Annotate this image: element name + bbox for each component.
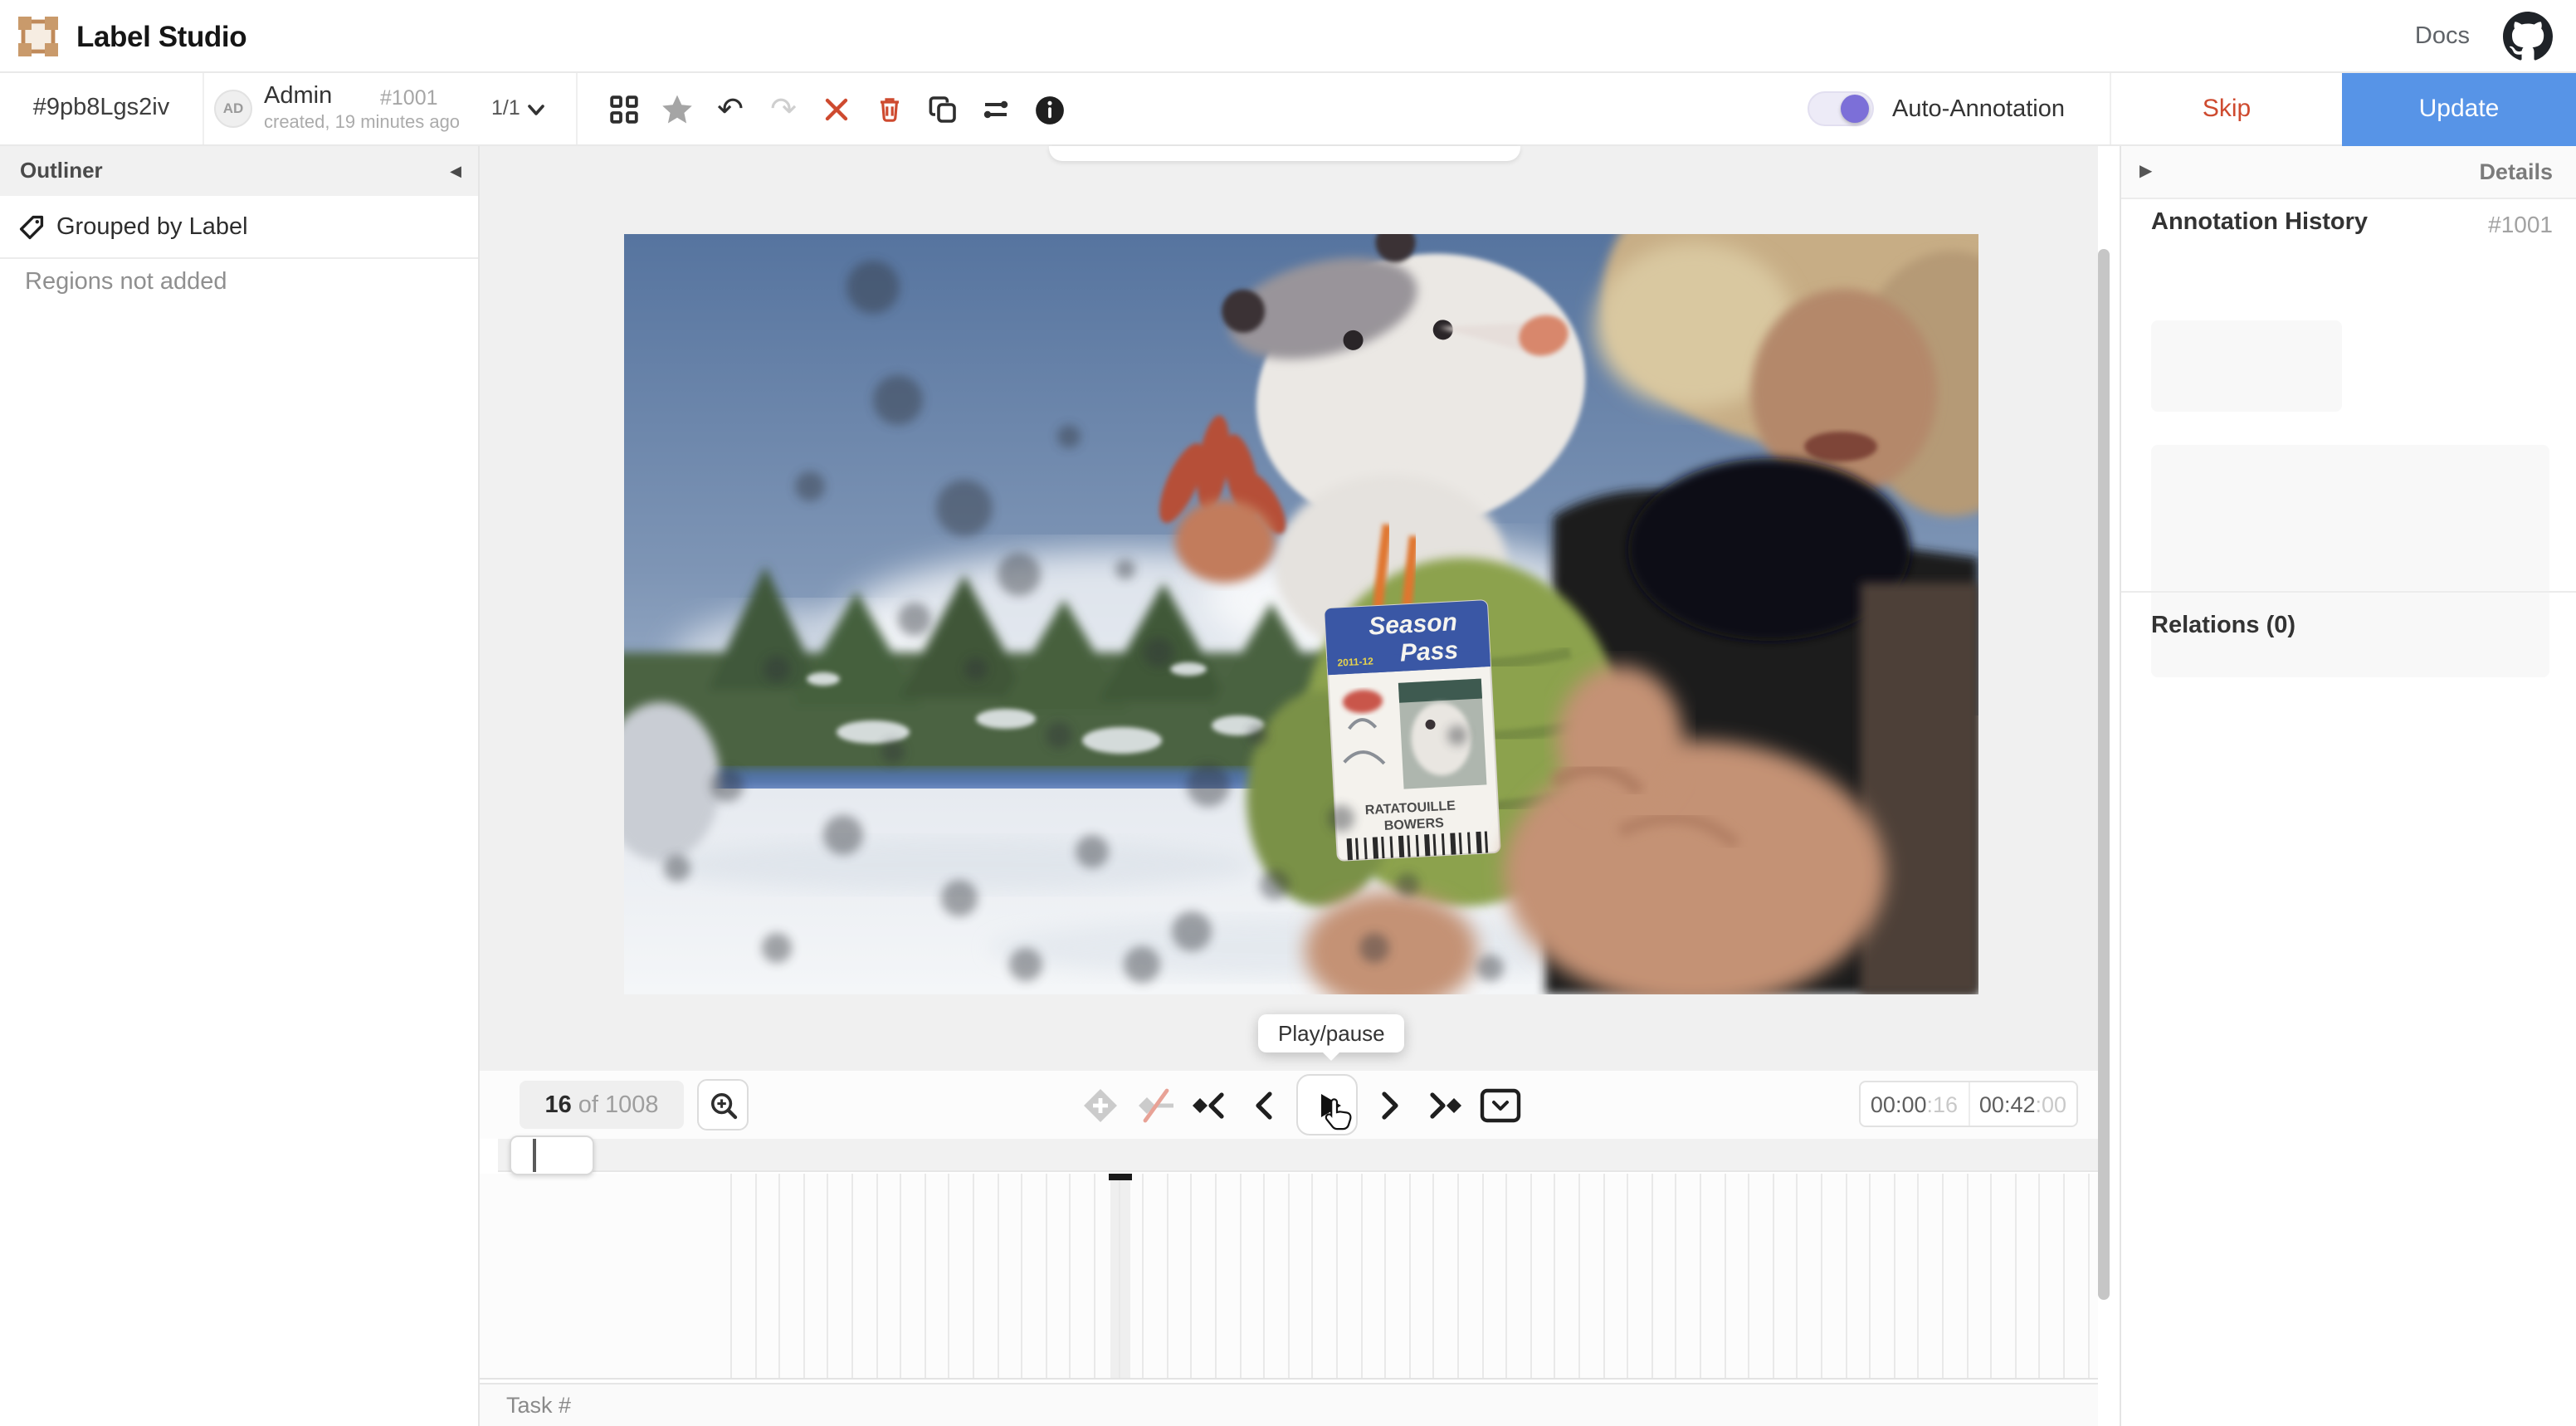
prev-frame-icon[interactable]	[1242, 1082, 1288, 1128]
settings-transfer-icon[interactable]	[973, 86, 1019, 133]
app-header: Label Studio Docs	[0, 0, 2576, 73]
auto-annotation-toggle[interactable]	[1808, 91, 1874, 126]
prev-keyframe-icon[interactable]	[1187, 1082, 1233, 1128]
seek-track[interactable]	[498, 1139, 2098, 1172]
frames-timeline[interactable]	[480, 1174, 2098, 1380]
frame-total: of 1008	[578, 1091, 659, 1118]
relations-title: Relations (0)	[2151, 613, 2295, 639]
keyframe-interpolation-icon[interactable]	[1132, 1082, 1178, 1128]
svg-text:Season: Season	[1368, 608, 1457, 641]
skip-button[interactable]: Skip	[2110, 73, 2342, 144]
duplicate-annotation-icon[interactable]	[920, 86, 966, 133]
player-controls	[1077, 1074, 1525, 1135]
current-frame-marker[interactable]	[1109, 1174, 1132, 1180]
floating-toolbar-edge	[1049, 146, 1520, 161]
toolbar-icon-group: ↶ ↷	[601, 86, 1072, 133]
seek-playhead[interactable]	[533, 1139, 536, 1172]
svg-text:Pass: Pass	[1399, 637, 1459, 667]
outliner-header: Outliner ◀	[0, 146, 478, 196]
undo-icon[interactable]: ↶	[707, 86, 754, 133]
history-placeholder	[2151, 445, 2549, 677]
annotator-name: Admin	[264, 83, 332, 110]
outliner-title: Outliner	[20, 146, 103, 196]
info-icon[interactable]	[1026, 86, 1072, 133]
next-frame-icon[interactable]	[1366, 1082, 1412, 1128]
grid-view-icon[interactable]	[601, 86, 647, 133]
collapse-timeline-button[interactable]	[1476, 1082, 1525, 1128]
reject-annotation-icon[interactable]	[813, 86, 860, 133]
annotation-created: created, 19 minutes ago	[264, 113, 460, 133]
ground-truth-star-icon[interactable]	[654, 86, 700, 133]
task-number-label: Task #	[506, 1384, 571, 1426]
group-by-label-text: Grouped by Label	[56, 196, 248, 259]
keyframe-add-icon[interactable]	[1077, 1082, 1124, 1128]
next-keyframe-icon[interactable]	[1421, 1082, 1467, 1128]
app-title: Label Studio	[76, 0, 246, 73]
annotation-history-id: #1001	[2488, 211, 2553, 237]
toggle-knob	[1841, 95, 1869, 123]
update-button[interactable]: Update	[2342, 73, 2576, 146]
details-title: Details	[2479, 146, 2553, 198]
github-icon[interactable]	[2503, 12, 2553, 61]
details-header: ▶ Details	[2121, 146, 2576, 199]
label-studio-app: Label Studio Docs #9pb8Lgs2iv AD Admin #…	[0, 0, 2576, 1426]
label-studio-logo-icon[interactable]	[17, 15, 60, 58]
annotation-pager: 1/1	[491, 73, 520, 144]
time-position: 00:00:16	[1861, 1082, 1969, 1126]
redo-icon[interactable]: ↷	[760, 86, 807, 133]
history-placeholder	[2151, 320, 2342, 412]
play-pause-tooltip: Play/pause	[1258, 1014, 1405, 1052]
docs-link[interactable]: Docs	[2415, 0, 2470, 73]
annotation-selector[interactable]: AD Admin #1001 created, 19 minutes ago 1…	[204, 73, 578, 144]
svg-text:2011-12: 2011-12	[1337, 655, 1373, 668]
details-panel: ▶ Details Annotation History #1001 Relat…	[2120, 146, 2576, 1426]
seek-viewport-handle[interactable]	[510, 1135, 594, 1175]
collapse-left-icon[interactable]: ◀	[450, 146, 461, 196]
outliner-panel: Outliner ◀ Grouped by Label Regions not …	[0, 146, 480, 1426]
auto-annotation-label: Auto-Annotation	[1892, 73, 2065, 146]
chevron-down-icon[interactable]	[526, 100, 546, 120]
vertical-scrollbar[interactable]	[2098, 249, 2110, 1300]
task-footer: Task #	[480, 1383, 2120, 1426]
play-pause-button[interactable]	[1296, 1074, 1358, 1135]
annotation-id: #1001	[380, 86, 438, 110]
avatar: AD	[214, 90, 252, 128]
tag-icon	[18, 214, 45, 241]
annotation-history-title: Annotation History	[2151, 209, 2368, 236]
delete-annotation-icon[interactable]	[866, 86, 913, 133]
task-id: #9pb8Lgs2iv	[0, 73, 204, 144]
time-display: 00:00:16 00:42:00	[1859, 1081, 2078, 1127]
zoom-in-button[interactable]	[697, 1079, 749, 1131]
annotation-toolbar: #9pb8Lgs2iv AD Admin #1001 created, 19 m…	[0, 73, 2576, 146]
frame-current: 16	[544, 1091, 571, 1118]
expand-right-icon[interactable]: ▶	[2139, 146, 2152, 198]
video-frame[interactable]: Season Pass 2011-12 RATATOUILLE BOWERS	[624, 234, 1978, 994]
relations-divider	[2121, 591, 2576, 593]
frame-counter[interactable]: 16 of 1008	[520, 1081, 684, 1129]
group-by-label-selector[interactable]: Grouped by Label	[0, 196, 478, 259]
regions-empty-text: Regions not added	[25, 269, 227, 295]
time-duration: 00:42:00	[1969, 1082, 2076, 1126]
current-frame-column	[1110, 1174, 1130, 1380]
